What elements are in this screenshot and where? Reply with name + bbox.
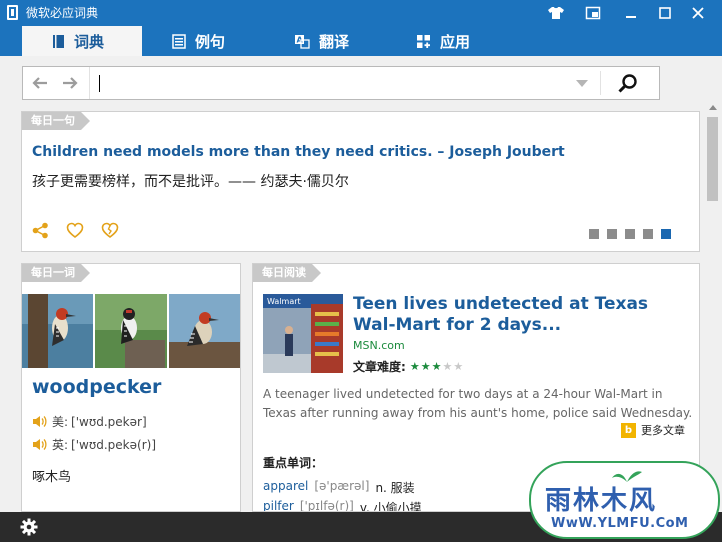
window-title: 微软必应词典: [26, 6, 99, 20]
daily-word[interactable]: woodpecker: [32, 376, 161, 398]
key-word-definition: n. 服装: [375, 481, 415, 495]
tab-label: 词典: [74, 32, 105, 51]
mini-mode-icon[interactable]: [582, 3, 604, 23]
key-word-row: pilfer ['pɪlfə(r)] v. 小偷小摸: [263, 499, 422, 512]
quote-chinese: 孩子更需要榜样，而不是批评。—— 约瑟夫·儒贝尔: [32, 174, 349, 190]
uk-phonetic: ['wʊd.pekə(r)]: [71, 437, 156, 452]
search-button[interactable]: [614, 73, 642, 95]
more-articles-label: 更多文章: [641, 424, 685, 437]
speaker-icon[interactable]: [32, 438, 47, 451]
minimize-icon[interactable]: [620, 3, 642, 23]
search-bar: [22, 66, 660, 100]
back-button[interactable]: [30, 74, 50, 92]
vertical-scrollbar[interactable]: [704, 101, 722, 512]
search-icon: [618, 74, 637, 93]
tab-examples[interactable]: 例句: [172, 26, 225, 56]
daily-sentence-card: 每日一句 Children need models more than they…: [21, 111, 700, 252]
key-word-definition: v. 小偷小摸: [359, 501, 422, 512]
share-icon[interactable]: [32, 222, 49, 243]
star-empty-icon: ★: [442, 359, 453, 373]
key-word[interactable]: apparel: [263, 479, 308, 496]
carousel-pager: [589, 229, 671, 239]
forward-button[interactable]: [60, 74, 80, 92]
quote-english[interactable]: Children need models more than they need…: [32, 144, 565, 160]
pager-dot[interactable]: [643, 229, 653, 239]
tab-apps[interactable]: 应用: [416, 26, 470, 56]
list-icon: [172, 33, 186, 49]
star-filled-icon: ★: [431, 359, 442, 373]
tab-label: 应用: [440, 32, 471, 51]
more-articles-link[interactable]: b 更多文章: [621, 422, 685, 438]
key-word[interactable]: pilfer: [263, 499, 294, 511]
tab-bar: 词典 例句 A 翻译 应用: [0, 26, 722, 56]
us-label: 美:: [52, 415, 69, 429]
uk-label: 英:: [52, 438, 69, 452]
key-word-row: apparel [ə'pærəl] n. 服装: [263, 479, 415, 496]
woodpecker-photo[interactable]: [22, 294, 94, 368]
like-heart-icon[interactable]: [66, 222, 84, 243]
daily-word-card: 每日一词 woodpecker 美: ['wʊd.pekər] 英: ['wʊd…: [21, 263, 241, 512]
gear-icon[interactable]: [20, 518, 38, 540]
section-badge: 每日一句: [22, 112, 90, 130]
watermark-text: 雨林木风: [545, 486, 658, 516]
star-filled-icon: ★: [409, 359, 420, 373]
svg-text:Walmart: Walmart: [267, 297, 301, 306]
text-cursor: [99, 75, 100, 92]
pager-dot[interactable]: [625, 229, 635, 239]
article-source: MSN.com: [353, 339, 405, 352]
tab-label: 例句: [195, 32, 226, 51]
watermark-url: WwW.YLMFU.CoM: [551, 516, 689, 531]
tab-label: 翻译: [319, 32, 350, 51]
word-images: [22, 294, 240, 368]
us-pronunciation: 美: ['wʊd.pekər]: [32, 413, 147, 430]
maximize-icon[interactable]: [654, 3, 676, 23]
section-badge: 每日一词: [22, 264, 90, 282]
woodpecker-photo[interactable]: [168, 294, 240, 368]
pager-dot[interactable]: [661, 229, 671, 239]
divider: [600, 71, 601, 95]
uk-pronunciation: 英: ['wʊd.pekə(r)]: [32, 436, 156, 453]
watermark-logo: 雨林木风 WwW.YLMFU.CoM: [529, 461, 720, 539]
article-summary: A teenager lived undetected for two days…: [263, 387, 693, 420]
skin-icon[interactable]: [545, 3, 567, 23]
key-word-phonetic: [ə'pærəl]: [314, 479, 370, 493]
app-icon: [7, 5, 18, 20]
difficulty-stars: ★ ★ ★ ★ ★: [409, 359, 464, 373]
article-difficulty: 文章难度: ★ ★ ★ ★ ★: [353, 358, 463, 375]
key-word-phonetic: ['pɪlfə(r)]: [299, 499, 354, 512]
key-words-heading: 重点单词：: [263, 456, 324, 470]
section-badge: 每日阅读: [253, 264, 321, 282]
us-phonetic: ['wʊd.pekər]: [71, 414, 147, 429]
search-input[interactable]: [89, 67, 565, 99]
scroll-up-icon[interactable]: [709, 105, 717, 110]
pager-dot[interactable]: [607, 229, 617, 239]
dropdown-arrow-icon[interactable]: [576, 80, 588, 87]
star-empty-icon: ★: [453, 359, 464, 373]
word-meaning: 啄木鸟: [32, 470, 72, 485]
difficulty-label: 文章难度:: [353, 360, 406, 374]
speaker-icon[interactable]: [32, 415, 47, 428]
translate-icon: A: [294, 34, 310, 49]
article-title[interactable]: Teen lives undetected at Texas Wal-Mart …: [353, 294, 683, 336]
article-thumbnail[interactable]: Walmart: [263, 294, 343, 373]
star-filled-icon: ★: [420, 359, 431, 373]
tab-translate[interactable]: A 翻译: [294, 26, 349, 56]
title-bar: 微软必应词典: [0, 0, 722, 26]
woodpecker-photo[interactable]: [95, 294, 167, 368]
apps-icon: [416, 34, 431, 49]
bing-icon: b: [621, 422, 636, 438]
book-icon: [52, 34, 65, 49]
scroll-thumb[interactable]: [707, 117, 718, 201]
broken-heart-icon[interactable]: [101, 222, 119, 243]
pager-dot[interactable]: [589, 229, 599, 239]
close-icon[interactable]: [687, 3, 709, 23]
tab-dictionary[interactable]: 词典: [22, 26, 142, 56]
